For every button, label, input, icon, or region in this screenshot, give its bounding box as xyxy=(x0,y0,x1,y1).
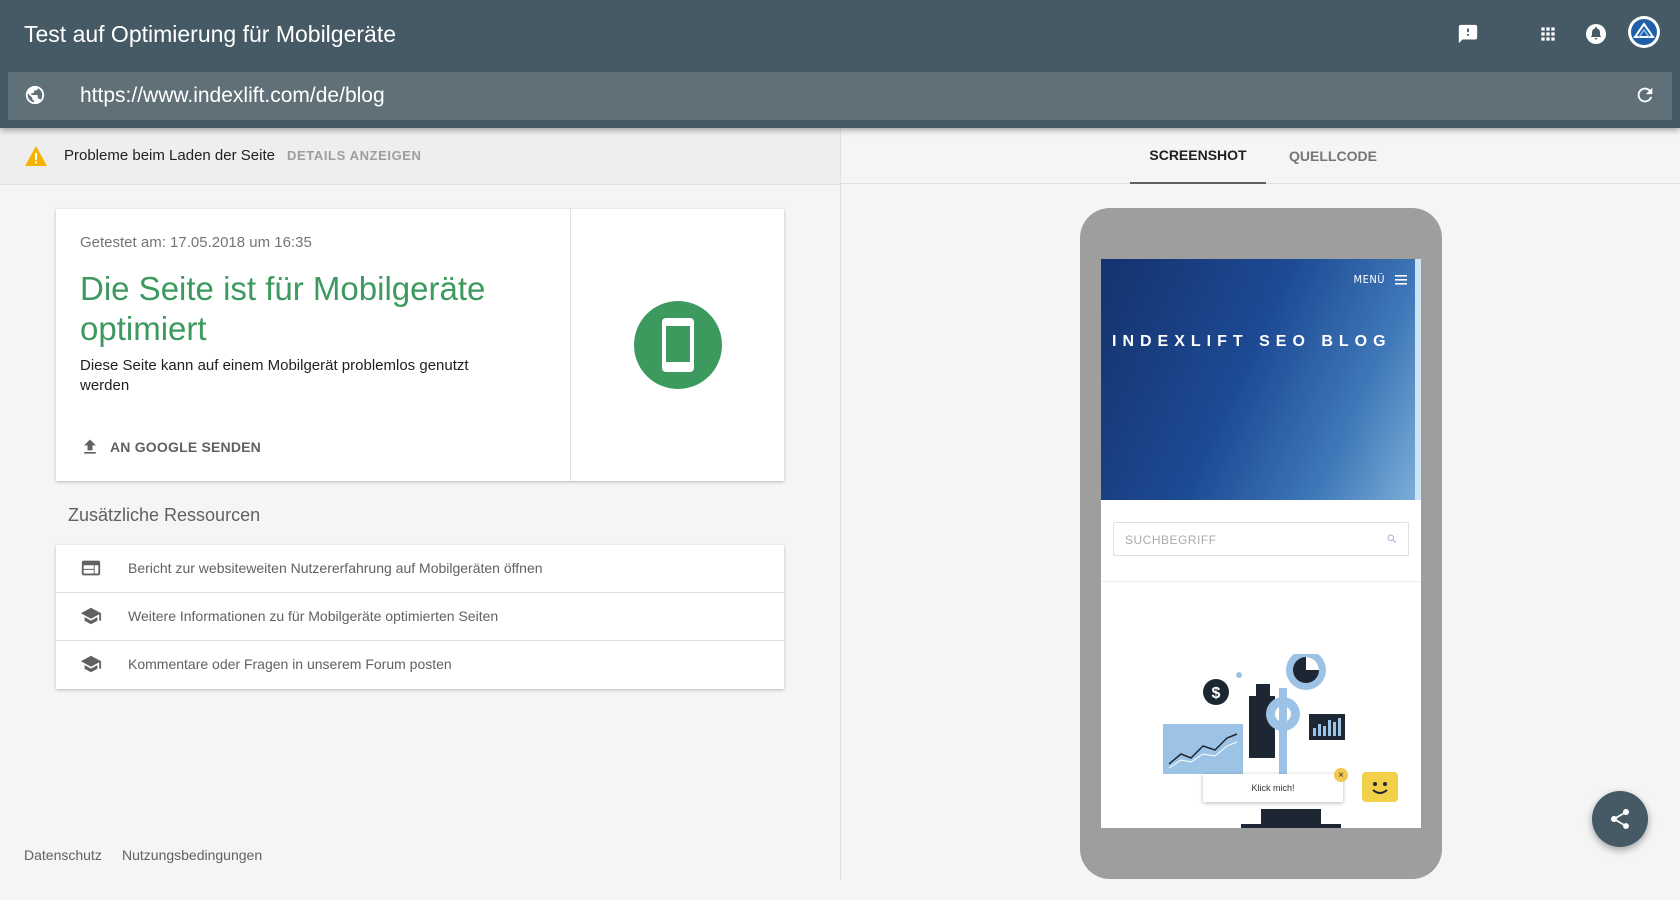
search-icon[interactable] xyxy=(1386,533,1398,545)
url-bar[interactable]: https://www.indexlift.com/de/blog xyxy=(8,72,1672,120)
column-divider xyxy=(840,128,841,880)
resource-label: Kommentare oder Fragen in unserem Forum … xyxy=(128,656,452,672)
result-card: Getestet am: 17.05.2018 um 16:35 Die Sei… xyxy=(56,209,784,481)
result-headline: Die Seite ist für Mobilgeräte optimiert xyxy=(80,270,486,347)
terms-link[interactable]: Nutzungsbedingungen xyxy=(122,847,262,863)
warning-text: Probleme beim Laden der Seite xyxy=(64,147,275,164)
search-placeholder: SUCHBEGRIFF xyxy=(1125,533,1217,547)
feedback-icon[interactable] xyxy=(1452,18,1484,50)
resource-item-report[interactable]: Bericht zur websiteweiten Nutzererfahrun… xyxy=(56,545,784,593)
share-icon xyxy=(1611,809,1629,829)
account-avatar[interactable] xyxy=(1626,14,1662,50)
result-content: Getestet am: 17.05.2018 um 16:35 Die Sei… xyxy=(56,209,571,481)
blog-title: INDEXLIFT SEO BLOG xyxy=(1112,333,1392,350)
tab-screenshot[interactable]: SCREENSHOT xyxy=(1130,128,1266,184)
resource-item-info[interactable]: Weitere Informationen zu für Mobilgeräte… xyxy=(56,593,784,641)
upload-icon xyxy=(84,439,96,454)
close-icon[interactable]: × xyxy=(1334,768,1348,782)
result-description: Diese Seite kann auf einem Mobilgerät pr… xyxy=(80,357,469,394)
web-report-icon xyxy=(80,557,104,581)
blog-hero: MENÜ INDEXLIFT SEO BLOG xyxy=(1101,259,1421,500)
hero-edge xyxy=(1415,259,1421,500)
apps-grid-icon[interactable] xyxy=(1532,18,1564,50)
app-title: Test auf Optimierung für Mobilgeräte xyxy=(24,21,397,47)
share-button[interactable] xyxy=(1592,791,1648,847)
globe-icon xyxy=(24,84,48,108)
school-icon xyxy=(80,653,104,677)
warning-bar: Probleme beim Laden der Seite DETAILS AN… xyxy=(0,128,840,185)
resource-label: Weitere Informationen zu für Mobilgeräte… xyxy=(128,608,499,624)
blog-menu-label[interactable]: MENÜ xyxy=(1354,273,1385,286)
resource-label: Bericht zur websiteweiten Nutzererfahrun… xyxy=(128,560,543,576)
blog-search-input[interactable]: SUCHBEGRIFF xyxy=(1113,522,1409,556)
details-link[interactable]: DETAILS ANZEIGEN xyxy=(287,148,422,163)
phone-screen: MENÜ INDEXLIFT SEO BLOG SUCHBEGRIFF $ Kl… xyxy=(1101,259,1421,828)
chat-smiley-icon[interactable] xyxy=(1362,772,1398,802)
tested-at-text: Getestet am: 17.05.2018 um 16:35 xyxy=(80,234,312,251)
resources-title: Zusätzliche Ressourcen xyxy=(68,505,261,525)
divider xyxy=(1101,581,1421,582)
notifications-icon[interactable] xyxy=(1580,18,1612,50)
reload-icon[interactable] xyxy=(1634,84,1658,108)
app-header: Test auf Optimierung für Mobilgeräte htt… xyxy=(0,0,1680,128)
send-to-google-button[interactable]: AN GOOGLE SENDEN xyxy=(80,435,261,459)
svg-text:$: $ xyxy=(1212,685,1221,702)
mobile-friendly-icon xyxy=(634,301,722,389)
privacy-link[interactable]: Datenschutz xyxy=(24,847,102,863)
resource-item-forum[interactable]: Kommentare oder Fragen in unserem Forum … xyxy=(56,641,784,689)
preview-tabs: SCREENSHOT QUELLCODE xyxy=(841,128,1680,184)
resources-card: Bericht zur websiteweiten Nutzererfahrun… xyxy=(56,545,784,689)
phone-frame: MENÜ INDEXLIFT SEO BLOG SUCHBEGRIFF $ Kl… xyxy=(1080,208,1442,879)
tab-source-code[interactable]: QUELLCODE xyxy=(1270,128,1396,184)
send-to-google-label: AN GOOGLE SENDEN xyxy=(110,439,261,455)
hamburger-icon[interactable] xyxy=(1395,275,1407,285)
chat-popup[interactable]: Klick mich! xyxy=(1203,774,1343,802)
school-icon xyxy=(80,605,104,629)
url-input[interactable]: https://www.indexlift.com/de/blog xyxy=(80,84,385,108)
warning-icon xyxy=(24,145,48,172)
